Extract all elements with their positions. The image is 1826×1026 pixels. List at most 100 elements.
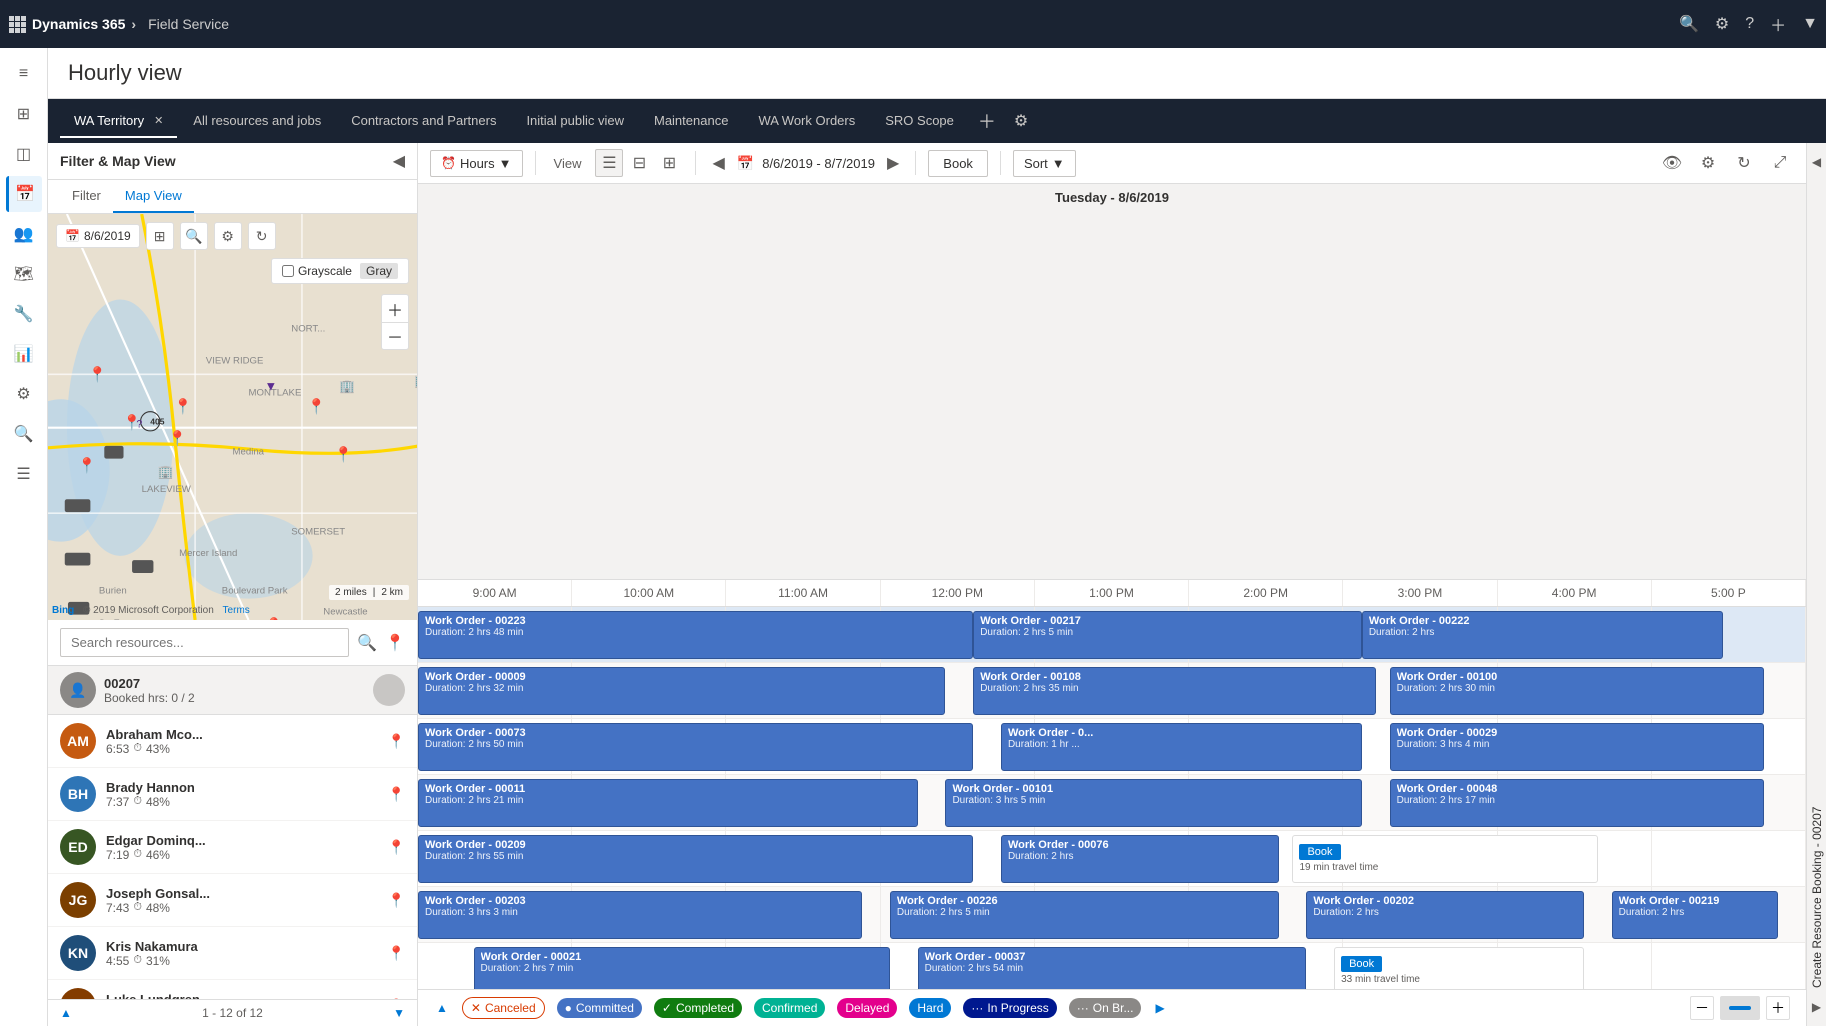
eye-icon[interactable]: 👁 — [1658, 149, 1686, 177]
settings-icon[interactable]: ⚙ — [1715, 14, 1729, 34]
zoom-bar-status[interactable] — [1720, 996, 1760, 1020]
work-order-block[interactable]: Work Order - 00209 Duration: 2 hrs 55 mi… — [418, 835, 973, 883]
work-order-block[interactable]: Work Order - 00011 Duration: 2 hrs 21 mi… — [418, 779, 918, 827]
sidebar-list[interactable]: ☰ — [6, 456, 42, 492]
sidebar-reports[interactable]: 📊 — [6, 336, 42, 372]
zoom-out-button[interactable]: － — [381, 322, 409, 350]
work-order-block[interactable]: Work Order - 00029 Duration: 3 hrs 4 min — [1390, 723, 1765, 771]
search-icon[interactable]: 🔍 — [1679, 14, 1699, 34]
grayscale-checkbox[interactable] — [282, 265, 294, 277]
search-submit-icon[interactable]: 🔍 — [357, 633, 377, 653]
sort-button[interactable]: Sort ▼ — [1013, 150, 1076, 177]
sidebar-tools[interactable]: 🔧 — [6, 296, 42, 332]
travel-time-block[interactable]: Book 19 min travel time — [1292, 835, 1597, 883]
right-panel-collapse-right[interactable]: ▶ — [1808, 996, 1825, 1018]
hours-dropdown[interactable]: ⏰ Hours ▼ — [430, 150, 523, 177]
tab-sro-scope[interactable]: SRO Scope — [871, 105, 968, 138]
zoom-in-status[interactable]: ＋ — [1766, 996, 1790, 1020]
status-nav-right-btn[interactable]: ▶ — [1153, 999, 1166, 1017]
tab-initial-public[interactable]: Initial public view — [512, 105, 638, 138]
search-input[interactable] — [60, 628, 349, 657]
work-order-block[interactable]: Work Order - 00101 Duration: 3 hrs 5 min — [945, 779, 1361, 827]
resource-item[interactable]: JG Joseph Gonsal... 7:43 ⏱ 48% 📍 — [48, 874, 417, 927]
travel-book-btn[interactable]: Book — [1341, 956, 1382, 972]
sidebar-home[interactable]: ≡ — [6, 56, 42, 92]
tab-wa-territory[interactable]: WA Territory ✕ — [60, 105, 177, 138]
refresh-icon[interactable]: ↻ — [1730, 149, 1758, 177]
work-order-block[interactable]: Work Order - 00108 Duration: 2 hrs 35 mi… — [973, 667, 1376, 715]
travel-book-btn[interactable]: Book — [1299, 844, 1340, 860]
work-order-block[interactable]: Work Order - 00076 Duration: 2 hrs — [1001, 835, 1279, 883]
terms-link[interactable]: Terms — [223, 605, 250, 616]
sidebar-nav2[interactable]: ◫ — [6, 136, 42, 172]
filter-panel-collapse[interactable]: ◀ — [393, 151, 405, 171]
work-order-block[interactable]: Work Order - 00219 Duration: 2 hrs — [1612, 891, 1779, 939]
book-button[interactable]: Book — [928, 150, 988, 177]
resource-item[interactable]: ED Edgar Dominq... 7:19 ⏱ 46% 📍 — [48, 821, 417, 874]
help-icon[interactable]: ? — [1745, 15, 1754, 33]
resource-item[interactable]: BH Brady Hannon 7:37 ⏱ 48% 📍 — [48, 768, 417, 821]
work-order-block[interactable]: Work Order - 0... Duration: 1 hr ... — [1001, 723, 1362, 771]
settings-icon2[interactable]: ⚙ — [1694, 149, 1722, 177]
pagination-up[interactable]: ▲ — [60, 1006, 72, 1020]
work-order-block[interactable]: Work Order - 00048 Duration: 2 hrs 17 mi… — [1390, 779, 1765, 827]
travel-time-block[interactable]: Book 33 min travel time — [1334, 947, 1584, 990]
right-panel-collapse-left[interactable]: ◀ — [1808, 151, 1825, 173]
resource-item[interactable]: LL Luke Lundgren 9:08 ⏱ 46% 📍 — [48, 980, 417, 999]
expand-icon[interactable]: ⤢ — [1766, 149, 1794, 177]
work-order-block[interactable]: Work Order - 00217 Duration: 2 hrs 5 min — [973, 611, 1362, 659]
tab-all-resources[interactable]: All resources and jobs — [179, 105, 335, 138]
grid-body[interactable]: Work Order - 00223 Duration: 2 hrs 48 mi… — [418, 607, 1806, 990]
status-nav-up[interactable]: ▲ — [434, 999, 450, 1017]
add-icon[interactable]: ＋ — [1770, 12, 1786, 36]
sidebar-resources[interactable]: 👥 — [6, 216, 42, 252]
view-columns-icon[interactable]: ⊟ — [625, 149, 653, 177]
work-order-block[interactable]: Work Order - 00223 Duration: 2 hrs 48 mi… — [418, 611, 973, 659]
sidebar-settings2[interactable]: ⚙ — [6, 376, 42, 412]
work-order-block[interactable]: Work Order - 00222 Duration: 2 hrs — [1362, 611, 1723, 659]
date-next-button[interactable]: ▶ — [883, 149, 903, 177]
tab-maintenance[interactable]: Maintenance — [640, 105, 742, 138]
view-grid-icon[interactable]: ⊞ — [655, 149, 683, 177]
map-settings-icon[interactable]: ⚙ — [214, 222, 242, 250]
zoom-out-status[interactable]: － — [1690, 996, 1714, 1020]
work-order-block[interactable]: Work Order - 00009 Duration: 2 hrs 32 mi… — [418, 667, 945, 715]
tab-close-icon[interactable]: ✕ — [154, 114, 163, 127]
filter-tab-mapview[interactable]: Map View — [113, 180, 194, 213]
resource-item[interactable]: AM Abraham Mco... 6:53 ⏱ 43% 📍 — [48, 715, 417, 768]
date-prev-button[interactable]: ◀ — [708, 149, 728, 177]
tab-add-button[interactable]: ＋ — [970, 100, 1004, 142]
sidebar-search2[interactable]: 🔍 — [6, 416, 42, 452]
tab-wa-work-orders[interactable]: WA Work Orders — [744, 105, 869, 138]
pagination-down[interactable]: ▼ — [393, 1006, 405, 1020]
work-order-block[interactable]: Work Order - 00021 Duration: 2 hrs 7 min — [474, 947, 890, 990]
resource-item[interactable]: KN Kris Nakamura 4:55 ⏱ 31% 📍 — [48, 927, 417, 980]
sidebar-map[interactable]: 🗺 — [6, 256, 42, 292]
view-list-icon[interactable]: ☰ — [595, 149, 623, 177]
map-grid-icon[interactable]: ⊞ — [146, 222, 174, 250]
map-search-icon[interactable]: 🔍 — [180, 222, 208, 250]
sidebar-nav1[interactable]: ⊞ — [6, 96, 42, 132]
filter-tab-filter[interactable]: Filter — [60, 180, 113, 213]
grayscale-toggle[interactable]: Grayscale Gray — [271, 258, 409, 284]
map-pin-toggle[interactable]: 📍 — [385, 633, 405, 653]
map-refresh-icon[interactable]: ↻ — [248, 222, 276, 250]
waffle-icon — [8, 15, 26, 33]
work-order-block[interactable]: Work Order - 00100 Duration: 2 hrs 30 mi… — [1390, 667, 1765, 715]
calendar-icon[interactable]: 📅 — [737, 155, 754, 172]
sidebar-schedule[interactable]: 📅 — [6, 176, 42, 212]
work-order-block[interactable]: Work Order - 00202 Duration: 2 hrs — [1306, 891, 1584, 939]
app-logo[interactable]: Dynamics 365 › — [8, 15, 136, 33]
tab-settings-icon[interactable]: ⚙ — [1006, 103, 1036, 139]
resource-list-scroll[interactable]: AM Abraham Mco... 6:53 ⏱ 43% 📍 BH Brady … — [48, 715, 417, 999]
resource-utilization: 48% — [146, 795, 170, 809]
right-panel-label[interactable]: Create Resource Booking - 00207 — [1808, 173, 1826, 996]
work-order-block[interactable]: Work Order - 00226 Duration: 2 hrs 5 min — [890, 891, 1279, 939]
tab-contractors[interactable]: Contractors and Partners — [337, 105, 510, 138]
work-order-block[interactable]: Work Order - 00037 Duration: 2 hrs 54 mi… — [918, 947, 1307, 990]
work-order-block[interactable]: Work Order - 00203 Duration: 3 hrs 3 min — [418, 891, 862, 939]
filter-icon[interactable]: ▼ — [1802, 15, 1818, 33]
zoom-in-button[interactable]: ＋ — [381, 294, 409, 322]
map-date-picker[interactable]: 📅 8/6/2019 — [56, 224, 140, 248]
work-order-block[interactable]: Work Order - 00073 Duration: 2 hrs 50 mi… — [418, 723, 973, 771]
